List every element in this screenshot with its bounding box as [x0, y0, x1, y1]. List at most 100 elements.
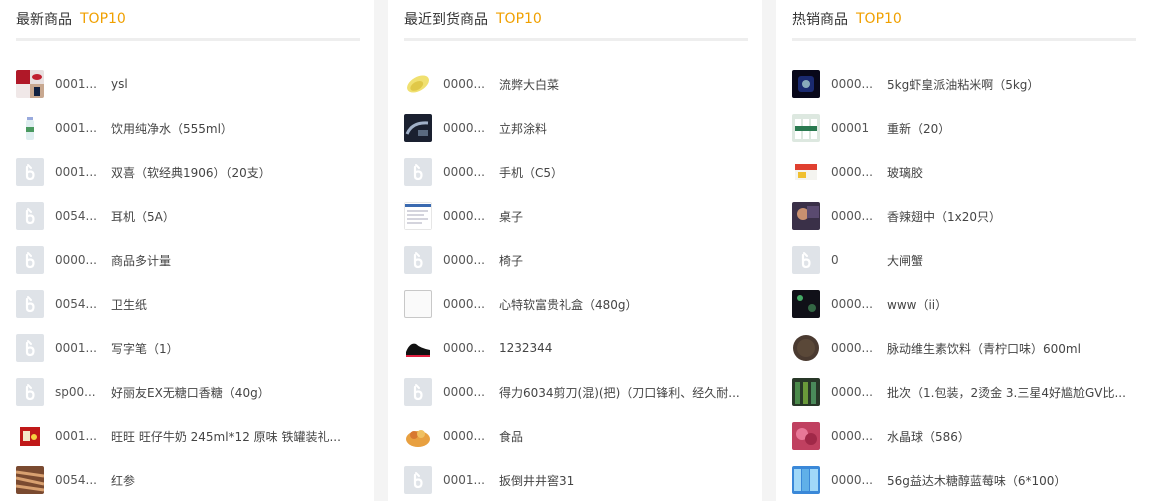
product-name[interactable]: 耳机（5A）	[111, 208, 175, 225]
product-name[interactable]: 旺旺 旺仔牛奶 245ml*12 原味 铁罐装礼...	[111, 428, 341, 445]
list-item[interactable]: 0000... 玻璃胶	[792, 150, 1134, 194]
default-product-icon[interactable]	[16, 378, 44, 406]
default-product-icon[interactable]	[16, 290, 44, 318]
list-item[interactable]: 0000... 脉动维生素饮料（青柠口味）600ml	[792, 326, 1134, 370]
default-product-icon[interactable]	[792, 246, 820, 274]
product-name[interactable]: 椅子	[499, 252, 523, 269]
product-name[interactable]: 批次（1.包装，2烫金 3.三星4好尴尬GV比...	[887, 384, 1126, 401]
list-item[interactable]: 0000... 批次（1.包装，2烫金 3.三星4好尴尬GV比...	[792, 370, 1134, 414]
product-name[interactable]: 红参	[111, 472, 135, 489]
product-name[interactable]: 水晶球（586）	[887, 428, 970, 445]
product-name[interactable]: 手机（C5）	[499, 164, 563, 181]
list-item[interactable]: 0001... 写字笔（1）	[16, 326, 358, 370]
list-item[interactable]: 0000... 桌子	[404, 194, 746, 238]
list-item[interactable]: 0 大闸蟹	[792, 238, 1134, 282]
product-name[interactable]: 脉动维生素饮料（青柠口味）600ml	[887, 340, 1081, 357]
product-code: 0054...	[55, 473, 97, 487]
list-item[interactable]: 0054... 卫生纸	[16, 282, 358, 326]
list-item[interactable]: 0000... 心特软富贵礼盒（480g）	[404, 282, 746, 326]
list-item[interactable]: 0000... 5kg虾皇派油粘米啊（5kg）	[792, 62, 1134, 106]
milk-box-icon[interactable]	[16, 422, 44, 450]
product-name[interactable]: 商品多计量	[111, 252, 171, 269]
list-item[interactable]: 0000... 56g益达木糖醇蓝莓味（6*100）	[792, 458, 1134, 501]
product-name[interactable]: 心特软富贵礼盒（480g）	[499, 296, 638, 313]
list-item[interactable]: 0054... 红参	[16, 458, 358, 501]
product-name[interactable]: 1232344	[499, 341, 552, 355]
lipstick-photo-icon[interactable]	[16, 70, 44, 98]
product-name[interactable]: 扳倒井井窖31	[499, 472, 574, 489]
gum-photo-icon[interactable]	[792, 466, 820, 494]
shoe-photo-icon[interactable]	[404, 334, 432, 362]
product-name[interactable]: 好丽友EX无糖口香糖（40g）	[111, 384, 270, 401]
list-item[interactable]: 0000... 手机（C5）	[404, 150, 746, 194]
food-photo-icon[interactable]	[404, 422, 432, 450]
panel-title: 热销商品	[792, 12, 848, 28]
list-item[interactable]: 0000... www（ii）	[792, 282, 1134, 326]
product-name[interactable]: ysl	[111, 77, 128, 91]
list-item[interactable]: 0000... 得力6034剪刀(混)(把)（刀口锋利、经久耐...	[404, 370, 746, 414]
product-name[interactable]: 得力6034剪刀(混)(把)（刀口锋利、经久耐...	[499, 384, 740, 401]
list-item[interactable]: 0001... 扳倒井井窖31	[404, 458, 746, 501]
product-code: 0000...	[443, 429, 485, 443]
batch-photo-icon[interactable]	[792, 378, 820, 406]
product-name[interactable]: 重新（20）	[887, 120, 950, 137]
cabbage-photo-icon[interactable]	[404, 70, 432, 98]
default-product-icon[interactable]	[16, 158, 44, 186]
crystal-ball-icon[interactable]	[792, 422, 820, 450]
product-name[interactable]: 56g益达木糖醇蓝莓味（6*100）	[887, 472, 1066, 489]
list-item[interactable]: 0001... 旺旺 旺仔牛奶 245ml*12 原味 铁罐装礼...	[16, 414, 358, 458]
default-product-icon[interactable]	[404, 466, 432, 494]
default-product-icon[interactable]	[404, 378, 432, 406]
default-product-icon[interactable]	[16, 202, 44, 230]
top10-badge: TOP10	[80, 11, 126, 27]
list-item[interactable]: 0001... 双喜（软经典1906）（20支）	[16, 150, 358, 194]
night-photo-icon[interactable]	[792, 290, 820, 318]
paint-photo-icon[interactable]	[404, 114, 432, 142]
product-name[interactable]: 饮用纯净水（555ml）	[111, 120, 233, 137]
default-product-icon[interactable]	[16, 246, 44, 274]
list-item[interactable]: 0001... 饮用纯净水（555ml）	[16, 106, 358, 150]
product-name[interactable]: 写字笔（1）	[111, 340, 179, 357]
list-item[interactable]: 0000... 椅子	[404, 238, 746, 282]
glue-box-icon[interactable]	[792, 158, 820, 186]
list-item[interactable]: 0000... 食品	[404, 414, 746, 458]
product-name[interactable]: 立邦涂料	[499, 120, 547, 137]
product-name[interactable]: 卫生纸	[111, 296, 147, 313]
product-code: 0000...	[831, 77, 873, 91]
bottles-photo-icon[interactable]	[792, 114, 820, 142]
ginseng-photo-icon[interactable]	[16, 466, 44, 494]
default-product-icon[interactable]	[404, 158, 432, 186]
wings-photo-icon[interactable]	[792, 202, 820, 230]
table-photo-icon[interactable]	[404, 202, 432, 230]
list-item[interactable]: 0000... 水晶球（586）	[792, 414, 1134, 458]
list-item[interactable]: 0000... 立邦涂料	[404, 106, 746, 150]
product-name[interactable]: www（ii）	[887, 296, 947, 313]
product-name[interactable]: 流弊大白菜	[499, 76, 559, 93]
product-name[interactable]: 桌子	[499, 208, 523, 225]
broken-image-icon[interactable]	[404, 290, 432, 318]
list-item[interactable]: 0054... 耳机（5A）	[16, 194, 358, 238]
default-product-icon[interactable]	[16, 334, 44, 362]
list-item[interactable]: 0000... 香辣翅中（1x20只）	[792, 194, 1134, 238]
product-code: 0000...	[443, 121, 485, 135]
drink-photo-icon[interactable]	[792, 334, 820, 362]
list-item[interactable]: 0001... ysl	[16, 62, 358, 106]
product-name[interactable]: 食品	[499, 428, 523, 445]
default-product-icon[interactable]	[404, 246, 432, 274]
rice-bag-icon[interactable]	[792, 70, 820, 98]
product-name[interactable]: 香辣翅中（1x20只）	[887, 208, 1001, 225]
list-item[interactable]: 00001 重新（20）	[792, 106, 1134, 150]
product-name[interactable]: 双喜（软经典1906）（20支）	[111, 164, 271, 181]
list-item[interactable]: 0000... 1232344	[404, 326, 746, 370]
product-code: 0000...	[831, 385, 873, 399]
list-item[interactable]: 0000... 流弊大白菜	[404, 62, 746, 106]
product-code: 0000...	[443, 77, 485, 91]
list-item[interactable]: sp00... 好丽友EX无糖口香糖（40g）	[16, 370, 358, 414]
product-name[interactable]: 5kg虾皇派油粘米啊（5kg）	[887, 76, 1039, 93]
product-name[interactable]: 玻璃胶	[887, 164, 923, 181]
water-bottle-icon[interactable]	[16, 114, 44, 142]
panel-newest: 最新商品 TOP10 0001... ysl 0001... 饮用纯净水（555ml） 00…	[0, 0, 374, 501]
product-name[interactable]: 大闸蟹	[887, 252, 923, 269]
list-item[interactable]: 0000... 商品多计量	[16, 238, 358, 282]
product-code: 0000...	[831, 209, 873, 223]
